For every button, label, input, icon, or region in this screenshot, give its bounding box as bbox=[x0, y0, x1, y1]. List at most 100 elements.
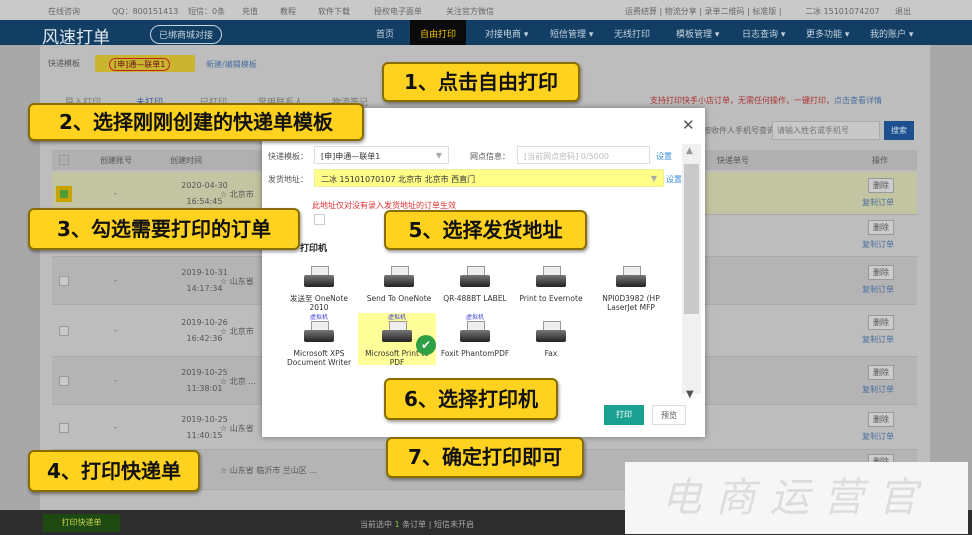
row-account: - bbox=[114, 376, 117, 385]
address-label: 发货地址： bbox=[268, 175, 308, 184]
printer-name: Fax bbox=[544, 349, 558, 358]
nav-home[interactable]: 首页 bbox=[376, 27, 394, 40]
sms-count: 短信：0条 bbox=[188, 7, 226, 16]
template-chip[interactable]: [申]通—联单1 bbox=[95, 55, 195, 72]
address-checkbox[interactable] bbox=[314, 214, 325, 225]
printer-icon bbox=[301, 321, 337, 345]
nav-account[interactable]: 我的账户 ▾ bbox=[870, 27, 913, 40]
shop-bind-button[interactable]: 已绑商城对接 bbox=[150, 25, 223, 44]
delete-button[interactable]: 删除 bbox=[868, 220, 894, 235]
online-consult-link[interactable]: 在线咨询 bbox=[48, 6, 80, 17]
printer-option[interactable]: 虚拟机 Microsoft Print to PDF ✔ bbox=[358, 313, 436, 367]
nav-free-print[interactable]: 自由打印 bbox=[410, 20, 467, 45]
row-address-text: 山东省 临沂市 兰山区 ... bbox=[229, 466, 317, 475]
print-button[interactable]: 打印 bbox=[604, 405, 644, 425]
printer-icon bbox=[457, 321, 493, 345]
col-tracking: 快递单号 bbox=[717, 156, 749, 165]
printer-name: Foxit PhantomPDF bbox=[440, 349, 510, 358]
set-address-link[interactable]: 设置 bbox=[666, 174, 682, 185]
printer-name: NPI0D3982 (HP LaserJet MFP bbox=[602, 294, 660, 312]
col-actions: 操作 bbox=[872, 156, 888, 165]
star-icon[interactable]: ☆ bbox=[220, 190, 227, 199]
tutorial-link[interactable]: 教程 bbox=[280, 6, 296, 17]
printer-scrollbar[interactable]: ▲ ▼ bbox=[682, 144, 701, 400]
user-name[interactable]: 二冰 15101074207 bbox=[805, 6, 880, 17]
nav-template[interactable]: 模板管理 ▾ bbox=[676, 27, 719, 40]
printer-option[interactable]: Send To OneNote bbox=[360, 258, 438, 303]
virtual-badge bbox=[512, 258, 590, 266]
template-label: 快递模板： bbox=[268, 152, 308, 161]
delete-button[interactable]: 删除 bbox=[868, 411, 894, 427]
printer-option[interactable]: Fax bbox=[512, 313, 590, 358]
download-link[interactable]: 软件下载 bbox=[318, 6, 350, 17]
printer-option[interactable]: 虚拟机 Microsoft XPS Document Writer bbox=[280, 313, 358, 367]
star-icon[interactable]: ☆ bbox=[220, 327, 227, 336]
callout-step-4: 4、打印快递单 bbox=[28, 450, 200, 492]
address-select[interactable]: 二冰 15101070107 北京市 北京市 西直门 ▼ bbox=[314, 169, 664, 187]
row-checkbox[interactable] bbox=[59, 376, 69, 386]
nav-more[interactable]: 更多功能 ▾ bbox=[806, 27, 849, 40]
search-input[interactable] bbox=[772, 121, 880, 140]
auth-waybill-link[interactable]: 授权电子面单 bbox=[374, 6, 422, 17]
callout-step-1: 1、点击自由打印 bbox=[382, 62, 580, 102]
printer-title: 打印机 bbox=[300, 244, 328, 254]
delete-button[interactable]: 删除 bbox=[868, 177, 894, 193]
watermark: 电商运营官 bbox=[625, 462, 968, 534]
star-icon[interactable]: ☆ bbox=[220, 424, 227, 433]
nav-sms[interactable]: 短信管理 ▾ bbox=[550, 27, 593, 40]
star-icon[interactable]: ☆ bbox=[220, 466, 227, 475]
row-checkbox[interactable] bbox=[59, 326, 69, 336]
printer-icon bbox=[613, 266, 649, 290]
printer-option[interactable]: 虚拟机 Foxit PhantomPDF bbox=[436, 313, 514, 358]
delete-button[interactable]: 删除 bbox=[868, 315, 894, 330]
callout-step-2: 2、选择刚刚创建的快递单模板 bbox=[28, 103, 364, 141]
copy-order-link[interactable]: 复制订单 bbox=[862, 384, 894, 395]
row-checkbox[interactable] bbox=[59, 276, 69, 286]
search-type-select[interactable]: 按收件人手机号查询 bbox=[703, 125, 775, 136]
delete-button[interactable]: 删除 bbox=[868, 265, 894, 280]
follow-link[interactable]: 关注官方微信 bbox=[446, 6, 494, 17]
copy-order-link[interactable]: 复制订单 bbox=[862, 197, 894, 208]
copy-order-link[interactable]: 复制订单 bbox=[862, 284, 894, 295]
printer-option[interactable]: QR-488BT LABEL bbox=[436, 258, 514, 303]
top-right-links[interactable]: 运费结算 | 物流分享 | 录单二维码 | 标准版 | bbox=[625, 6, 782, 17]
copy-order-link[interactable]: 复制订单 bbox=[862, 334, 894, 345]
row-time: 14:17:34 bbox=[186, 284, 223, 293]
main-nav: 风速打单 已绑商城对接 首页 自由打印 对接电商 ▾ 短信管理 ▾ 无线打印 模… bbox=[0, 20, 972, 48]
nav-ecommerce[interactable]: 对接电商 ▾ bbox=[485, 27, 528, 40]
notice-link[interactable]: 点击查看详情 bbox=[834, 96, 882, 105]
scroll-up-icon[interactable]: ▲ bbox=[686, 146, 693, 156]
row-address: ☆ 北京市 bbox=[220, 326, 254, 337]
printer-option[interactable]: NPI0D3982 (HP LaserJet MFP bbox=[592, 258, 670, 312]
preview-button[interactable]: 预览 bbox=[652, 405, 686, 425]
copy-order-link[interactable]: 复制订单 bbox=[862, 431, 894, 442]
star-icon[interactable]: ☆ bbox=[220, 277, 227, 286]
network-label: 网点信息： bbox=[470, 152, 510, 161]
virtual-badge: 虚拟机 bbox=[465, 314, 484, 321]
logout-link[interactable]: 退出 bbox=[895, 6, 911, 17]
scroll-down-icon[interactable]: ▼ bbox=[686, 389, 694, 400]
copy-order-link[interactable]: 复制订单 bbox=[862, 239, 894, 250]
select-all-checkbox[interactable] bbox=[59, 155, 69, 165]
print-waybill-button[interactable]: 打印快递单 bbox=[43, 514, 120, 532]
callout-step-3: 3、勾选需要打印的订单 bbox=[28, 208, 300, 250]
row-checkbox[interactable] bbox=[59, 422, 69, 433]
row-address-text: 山东省 bbox=[229, 277, 254, 286]
close-icon[interactable]: ✕ bbox=[682, 116, 695, 134]
row-account: - bbox=[114, 276, 117, 285]
row-checkbox[interactable] bbox=[59, 188, 69, 199]
set-network-link[interactable]: 设置 bbox=[656, 151, 672, 162]
nav-wireless-print[interactable]: 无线打印 bbox=[614, 27, 650, 40]
star-icon[interactable]: ☆ bbox=[220, 377, 227, 386]
network-field[interactable]: [当前网点密码] 0/5000 bbox=[517, 146, 650, 164]
printer-option[interactable]: 发送至 OneNote 2010 bbox=[280, 258, 358, 312]
template-select[interactable]: [申]申通—联单1 ▼ bbox=[314, 146, 449, 164]
search-button[interactable]: 搜索 bbox=[884, 121, 914, 140]
nav-log[interactable]: 日志查询 ▾ bbox=[742, 27, 785, 40]
delete-button[interactable]: 删除 bbox=[868, 365, 894, 380]
row-account: - bbox=[114, 188, 117, 198]
row-address: ☆ 北京市 bbox=[220, 189, 254, 200]
recharge-link[interactable]: 充值 bbox=[242, 6, 258, 17]
new-template-link[interactable]: 新建/编辑模板 bbox=[206, 59, 257, 70]
printer-option[interactable]: Print to Evernote bbox=[512, 258, 590, 303]
